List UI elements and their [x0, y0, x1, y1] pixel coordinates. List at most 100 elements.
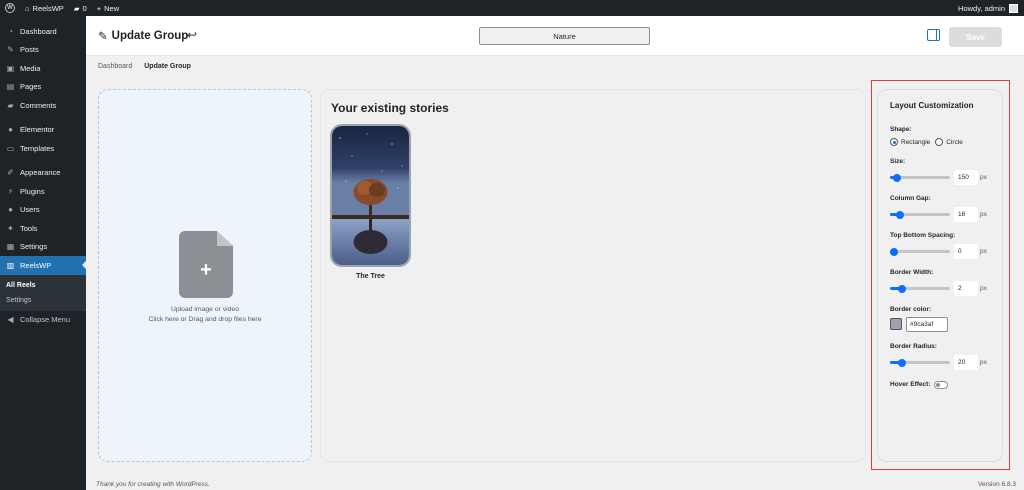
layout-customization-panel: Layout Customization Shape: Rectangle Ci… — [877, 89, 1003, 462]
hover-effect-toggle[interactable] — [934, 381, 948, 389]
shape-options: Rectangle Circle — [890, 138, 963, 146]
save-button[interactable]: Save — [949, 27, 1002, 47]
plus-icon: + — [200, 258, 212, 281]
settings-icon: ▦ — [6, 242, 15, 252]
page-icon: ▤ — [6, 82, 15, 92]
sidebar-item-label: Comments — [20, 100, 57, 110]
wp-logo-button[interactable]: W — [0, 0, 20, 16]
sidebar-item-label: Pages — [20, 82, 42, 92]
breadcrumb-dashboard[interactable]: Dashboard — [98, 63, 132, 70]
sidebar-item-label: Media — [20, 63, 41, 73]
story-title: The Tree — [356, 273, 385, 280]
reels-icon: ▥ — [6, 260, 15, 270]
top-bottom-spacing-slider[interactable] — [890, 247, 950, 256]
back-arrow-icon[interactable]: ↩ — [187, 28, 197, 42]
sidebar-item-comments[interactable]: ▰ Comments — [0, 96, 86, 115]
sidebar-item-reelswp[interactable]: ▥ ReelsWP — [0, 256, 86, 275]
submenu-item-settings[interactable]: Settings — [0, 293, 86, 308]
footer-version: Version 6.8.3 — [978, 481, 1016, 488]
toggle-panel-icon[interactable] — [927, 29, 940, 41]
sidebar-item-users[interactable]: ● Users — [0, 201, 86, 220]
column-gap-input[interactable]: 16 — [954, 207, 978, 222]
reelswp-submenu: All Reels Settings — [0, 274, 86, 311]
user-icon: ● — [8, 205, 13, 215]
shape-circle-radio[interactable] — [935, 138, 944, 146]
border-width-unit: px — [980, 285, 987, 292]
sidebar-item-label: ReelsWP — [20, 260, 52, 270]
wrench-icon: ✦ — [7, 223, 14, 233]
sidebar-item-tools[interactable]: ✦ Tools — [0, 219, 86, 238]
story-card[interactable] — [330, 124, 411, 267]
shape-rectangle-radio[interactable] — [890, 138, 898, 146]
stories-heading: Your existing stories — [331, 101, 449, 115]
home-icon: ⌂ — [25, 3, 30, 13]
collapse-menu-button[interactable]: ◀ Collapse Menu — [0, 311, 86, 330]
dashboard-icon: ◔ — [8, 26, 13, 36]
shape-label: Shape: — [890, 126, 912, 133]
existing-stories-panel: Your existing stories The Tree — [320, 89, 866, 462]
sidebar-item-media[interactable]: ▣ Media — [0, 59, 86, 78]
border-radius-unit: px — [980, 359, 987, 366]
sidebar-item-appearance[interactable]: ✐ Appearance — [0, 164, 86, 183]
comment-icon: ▰ — [73, 3, 80, 13]
border-width-label: Border Width: — [890, 269, 934, 276]
story-thumbnail — [332, 126, 409, 265]
size-unit: px — [980, 174, 987, 181]
upload-line-2: Click here or Drag and drop files here — [148, 316, 262, 323]
border-color-label: Border color: — [890, 306, 932, 313]
footer-thanks: Thank you for creating with WordPress. — [96, 481, 210, 488]
elementor-icon: ● — [8, 125, 13, 135]
top-bottom-spacing-label: Top Bottom Spacing: — [890, 232, 956, 239]
border-width-input[interactable]: 2 — [954, 281, 978, 296]
border-width-slider[interactable] — [890, 284, 950, 293]
submenu-item-all-reels[interactable]: All Reels — [0, 278, 86, 293]
group-name-field[interactable]: Nature — [479, 27, 650, 45]
pin-icon: ✎ — [7, 45, 14, 55]
sidebar-item-label: Dashboard — [20, 26, 57, 36]
avatar — [1009, 3, 1018, 13]
admin-sidebar: ◔ Dashboard ✎ Posts ▣ Media ▤ Pages ▰ Comments ● El… — [0, 16, 86, 490]
sidebar-item-dashboard[interactable]: ◔ Dashboard — [0, 22, 86, 41]
page-title: ✎ Update Group — [98, 30, 189, 43]
media-icon: ▣ — [6, 63, 15, 73]
sidebar-item-label: Elementor — [20, 125, 55, 135]
size-label: Size: — [890, 158, 906, 165]
new-content-link[interactable]: + New — [92, 0, 124, 16]
size-input[interactable]: 150 — [954, 170, 978, 185]
sidebar-item-label: Tools — [20, 223, 38, 233]
admin-bar: W ⌂ ReelsWP ▰ 0 + New Howdy, admin — [0, 0, 1024, 16]
collapse-icon: ◀ — [7, 315, 14, 325]
comments-link[interactable]: ▰ 0 — [69, 0, 92, 16]
page-header: ✎ Update Group ↩ Nature Save — [86, 16, 1024, 56]
top-bottom-spacing-input[interactable]: 0 — [954, 244, 978, 259]
border-radius-input[interactable]: 20 — [954, 355, 978, 370]
account-menu[interactable]: Howdy, admin — [958, 3, 1024, 13]
wordpress-icon: W — [5, 3, 15, 13]
size-slider[interactable] — [890, 173, 950, 182]
border-color-swatch[interactable] — [890, 318, 902, 330]
sidebar-item-plugins[interactable]: ⚡ Plugins — [0, 182, 86, 201]
border-color-input[interactable]: #9ca3af — [906, 317, 948, 332]
border-radius-slider[interactable] — [890, 358, 950, 367]
sidebar-item-elementor[interactable]: ● Elementor — [0, 121, 86, 140]
sidebar-item-label: Settings — [20, 242, 48, 252]
site-name-link[interactable]: ⌂ ReelsWP — [20, 0, 69, 16]
sidebar-item-settings[interactable]: ▦ Settings — [0, 238, 86, 257]
column-gap-slider[interactable] — [890, 210, 950, 219]
sidebar-item-label: Templates — [20, 143, 55, 153]
sidebar-item-label: Plugins — [20, 186, 45, 196]
sidebar-item-templates[interactable]: ▭ Templates — [0, 139, 86, 158]
sidebar-item-label: Appearance — [20, 168, 61, 178]
sidebar-item-posts[interactable]: ✎ Posts — [0, 41, 86, 60]
column-gap-label: Column Gap: — [890, 195, 931, 202]
sidebar-item-label: Users — [20, 205, 40, 215]
sidebar-item-pages[interactable]: ▤ Pages — [0, 78, 86, 97]
column-gap-unit: px — [980, 211, 987, 218]
panel-title: Layout Customization — [890, 101, 974, 110]
upload-line-1: Upload image or video — [170, 306, 239, 313]
border-radius-label: Border Radius: — [890, 343, 937, 350]
breadcrumb: Dashboard Update Group — [98, 63, 191, 70]
plug-icon: ⚡ — [7, 186, 14, 196]
brush-icon: ✐ — [7, 168, 14, 178]
upload-dropzone[interactable]: + Upload image or video Click here or Dr… — [98, 89, 312, 462]
